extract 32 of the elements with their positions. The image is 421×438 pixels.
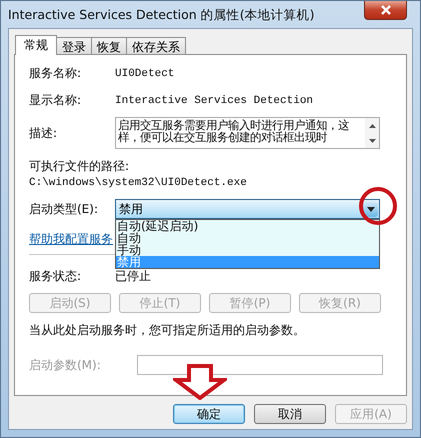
dropdown-option[interactable]: 自动 xyxy=(116,232,379,244)
window-title: Interactive Services Detection 的属性(本地计算机) xyxy=(8,7,314,24)
field-label: 启动类型(E): xyxy=(29,200,99,218)
dropdown-option[interactable]: 自动(延迟启动) xyxy=(116,220,379,232)
close-icon xyxy=(380,5,390,15)
tab[interactable]: 依存关系 xyxy=(126,37,186,54)
dialog-button[interactable]: 确定 xyxy=(173,404,245,424)
caret-icon xyxy=(366,206,374,212)
path-value: C:\windows\system32\UI0Detect.exe xyxy=(29,177,248,189)
field-value: Interactive Services Detection xyxy=(115,94,314,106)
scroll-down-icon xyxy=(368,138,376,142)
field-label: 描述: xyxy=(29,125,58,142)
dropdown-option[interactable]: 手动 xyxy=(116,244,379,256)
tab[interactable]: 登录 xyxy=(56,37,92,54)
field-value: UI0Detect xyxy=(115,68,174,80)
tab[interactable]: 常规 xyxy=(15,35,57,55)
field-label: 可执行文件的路径: xyxy=(29,158,130,175)
circle-marker xyxy=(358,186,398,226)
field-label: 服务状态: xyxy=(29,268,82,285)
field-label: 服务名称: xyxy=(29,65,82,82)
field-label: 显示名称: xyxy=(29,92,82,109)
help-link[interactable]: 帮助我配置服务 xyxy=(29,231,113,248)
tab[interactable]: 恢复 xyxy=(91,37,127,54)
startup-type-dropdown[interactable]: 禁用 xyxy=(115,199,380,219)
close-button[interactable] xyxy=(364,1,407,20)
dialog-button[interactable]: 取消 xyxy=(254,404,326,424)
status-value: 已停止 xyxy=(115,268,152,285)
description-text: 启用交互服务需要用户输入时进行用户通知，这样，便可以在交互服务创建的对话框出现时 xyxy=(117,118,350,146)
scrollbar[interactable] xyxy=(365,118,379,148)
note-text: 当从此处启动服务时，您可指定所适用的启动参数。 xyxy=(29,322,306,339)
field-label: 启动参数(M): xyxy=(29,356,102,374)
scroll-up-icon xyxy=(368,124,376,128)
